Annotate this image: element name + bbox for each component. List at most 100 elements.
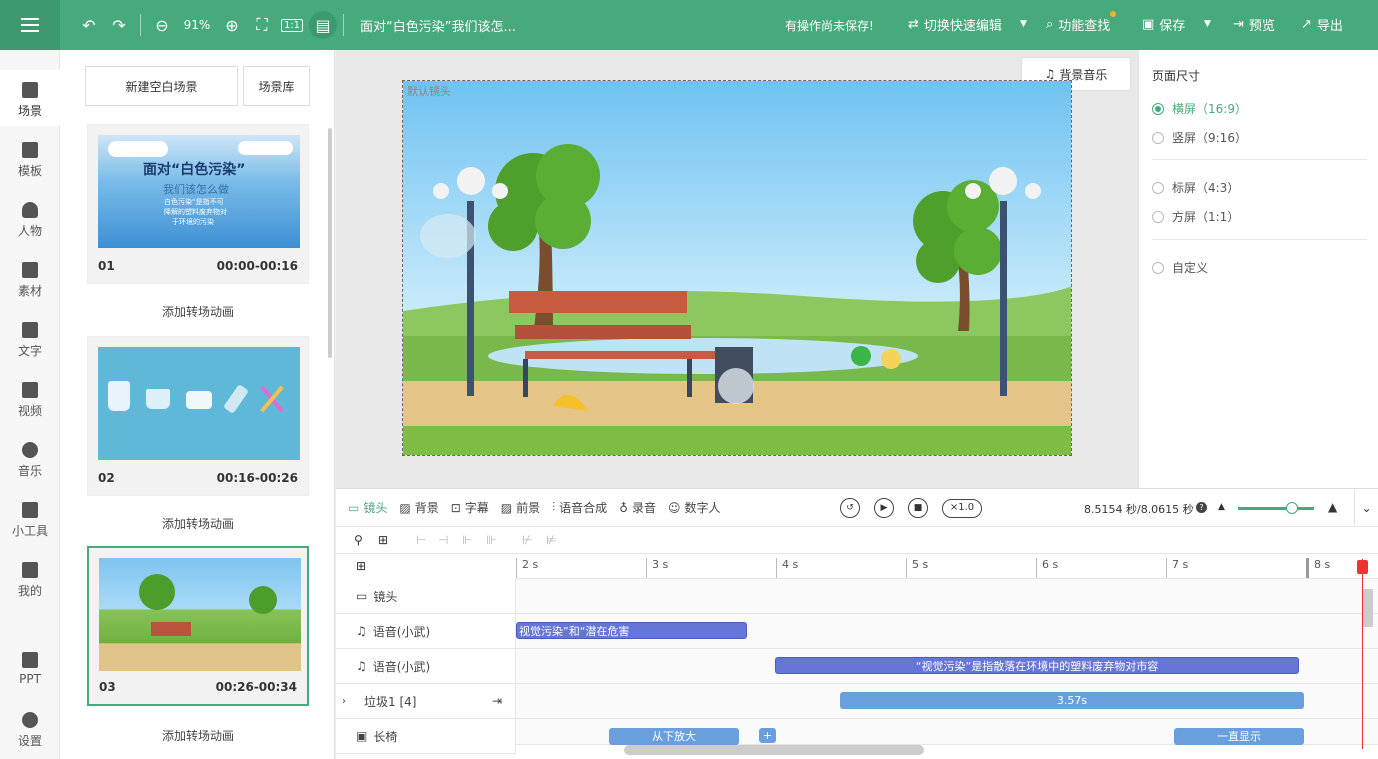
radio-portrait-9-16[interactable]: 竖屏（9:16） bbox=[1152, 129, 1247, 146]
voice-track-row-1[interactable]: 视觉污染”和“潜在危害 bbox=[516, 614, 1378, 649]
redo-icon[interactable]: ↷ bbox=[104, 0, 134, 50]
exit-group-icon[interactable]: ⇥ bbox=[492, 694, 502, 708]
radio-landscape-16-9[interactable]: 横屏（16:9） bbox=[1152, 100, 1247, 117]
replay-icon[interactable]: ↺ bbox=[840, 498, 860, 518]
nav-template[interactable]: 模板 bbox=[0, 130, 60, 186]
add-transition-link[interactable]: 添加转场动画 bbox=[87, 727, 309, 744]
tab-camera[interactable]: ▭ 镜头 bbox=[348, 499, 387, 516]
play-icon[interactable]: ▶ bbox=[874, 498, 894, 518]
split-icon[interactable]: ⊬ bbox=[522, 533, 532, 547]
group-icon[interactable]: ⊞ bbox=[378, 533, 388, 547]
track-label: 长椅 bbox=[373, 729, 398, 744]
nav-scene[interactable]: 场景 bbox=[0, 70, 60, 126]
find-label: 功能查找 bbox=[1058, 19, 1111, 34]
nav-ppt[interactable]: PPT bbox=[0, 640, 60, 696]
playhead-handle[interactable] bbox=[1357, 560, 1368, 574]
stop-icon[interactable]: ■ bbox=[908, 498, 928, 518]
add-transition-link[interactable]: 添加转场动画 bbox=[87, 303, 309, 320]
align-right-icon[interactable]: ⊩ bbox=[462, 533, 472, 547]
align-center-icon[interactable]: ⊣ bbox=[438, 533, 448, 547]
voice-clip-2[interactable]: “视觉污染”是指散落在环境中的塑料废弃物对市容 bbox=[775, 657, 1299, 674]
export-button[interactable]: ↗ 导出 bbox=[1301, 15, 1343, 34]
nav-label: 文字 bbox=[17, 344, 42, 358]
save-dropdown-icon[interactable]: ▼ bbox=[1204, 19, 1211, 29]
layers-icon[interactable]: ⊞ bbox=[356, 559, 366, 573]
radio-custom[interactable]: 自定义 bbox=[1152, 259, 1208, 276]
menu-button[interactable] bbox=[0, 0, 60, 50]
scene-card-03[interactable]: 03 00:26-00:34 bbox=[87, 546, 309, 706]
tab-background[interactable]: ▨ 背景 bbox=[399, 499, 438, 516]
camera-track-row[interactable] bbox=[516, 579, 1378, 614]
track-camera[interactable]: ▭ 镜头 bbox=[336, 579, 516, 614]
radio-standard-4-3[interactable]: 标屏（4:3） bbox=[1152, 179, 1239, 196]
bench-stay-animation[interactable]: 一直显示 bbox=[1174, 728, 1304, 745]
horizontal-scrollbar[interactable] bbox=[624, 745, 924, 755]
playback-speed[interactable]: ×1.0 bbox=[942, 499, 982, 518]
bench-track-row[interactable]: 从下放大 + 一直显示 bbox=[516, 719, 1378, 745]
fullscreen-icon[interactable]: ⛶ bbox=[247, 0, 277, 50]
radio-square-1-1[interactable]: 方屏（1:1） bbox=[1152, 208, 1239, 225]
voice-clip-1[interactable]: 视觉污染”和“潜在危害 bbox=[516, 622, 747, 639]
scene-stage[interactable]: 默认镜头 bbox=[402, 80, 1072, 456]
bench-enter-animation[interactable]: 从下放大 bbox=[609, 728, 739, 745]
nav-text[interactable]: 文字 bbox=[0, 310, 60, 366]
zoom-out-icon[interactable]: ⊖ bbox=[147, 0, 177, 50]
timeline-zoom-slider[interactable] bbox=[1238, 507, 1314, 510]
tab-foreground[interactable]: ▨ 前景 bbox=[501, 499, 540, 516]
nav-music[interactable]: 音乐 bbox=[0, 430, 60, 486]
scene-thumbnail bbox=[99, 558, 301, 671]
clipboard-icon[interactable]: ▤ bbox=[309, 11, 337, 39]
distribute-icon[interactable]: ⊪ bbox=[486, 533, 496, 547]
actual-size-icon[interactable]: 1:1 bbox=[277, 0, 307, 50]
preview-button[interactable]: ⇥ 预览 bbox=[1233, 15, 1275, 34]
help-icon[interactable]: ? bbox=[1196, 502, 1207, 513]
track-bench[interactable]: ▣ 长椅 bbox=[336, 719, 516, 754]
scene-library-button[interactable]: 场景库 bbox=[243, 66, 310, 106]
undo-icon[interactable]: ↶ bbox=[74, 0, 104, 50]
align-left-icon[interactable]: ⊢ bbox=[416, 533, 426, 547]
new-blank-scene-button[interactable]: 新建空白场景 bbox=[85, 66, 238, 106]
chevron-right-icon[interactable]: › bbox=[342, 696, 346, 707]
zoom-small-icon[interactable]: ▲ bbox=[1218, 502, 1225, 512]
save-button[interactable]: ▣ 保存 bbox=[1142, 15, 1185, 34]
add-transition-link[interactable]: 添加转场动画 bbox=[87, 515, 309, 532]
track-voice-1[interactable]: ♫ 语音(小武) bbox=[336, 614, 516, 649]
scenes-scrollbar[interactable] bbox=[328, 128, 332, 358]
feature-search-button[interactable]: ⌕ 功能查找 bbox=[1046, 11, 1117, 34]
playhead-line[interactable] bbox=[1362, 559, 1363, 749]
document-title[interactable]: 面对“白色污染”我们该怎... bbox=[360, 16, 590, 35]
add-animation-button[interactable]: + bbox=[759, 728, 776, 743]
nav-material[interactable]: 素材 bbox=[0, 250, 60, 306]
tab-subtitle[interactable]: ⊡ 字幕 bbox=[451, 499, 489, 516]
chevron-down-icon[interactable]: ▼ bbox=[1020, 19, 1027, 29]
tab-label: 数字人 bbox=[684, 501, 721, 515]
tick-label: 5 s bbox=[906, 558, 928, 578]
tab-record[interactable]: ♁ 录音 bbox=[619, 499, 656, 516]
merge-icon[interactable]: ⊭ bbox=[546, 533, 556, 547]
filter-icon[interactable]: ⚲ bbox=[354, 533, 363, 547]
garbage-clip[interactable]: 3.57s bbox=[840, 692, 1304, 709]
swap-icon: ⇄ bbox=[908, 17, 919, 32]
scene-card-01[interactable]: 面对“白色污染” 我们该怎么做 白色污染“是指不可 降解的塑料废弃物对 于环境的… bbox=[87, 124, 309, 284]
nav-mine[interactable]: 我的 bbox=[0, 550, 60, 606]
nav-video[interactable]: 视频 bbox=[0, 370, 60, 426]
slider-handle[interactable] bbox=[1286, 502, 1298, 514]
collapse-icon[interactable]: ⌄ bbox=[1354, 489, 1378, 527]
garbage-track-row[interactable]: 3.57s bbox=[516, 684, 1378, 719]
zoom-large-icon[interactable]: ▲ bbox=[1328, 500, 1337, 514]
time-ruler[interactable]: 2 s 3 s 4 s 5 s 6 s 7 s 8 s bbox=[516, 554, 1378, 579]
tab-tts[interactable]: ⫶ 语音合成 bbox=[552, 499, 607, 516]
track-garbage-group[interactable]: › 垃圾1 [4] ⇥ bbox=[336, 684, 516, 719]
vertical-scrollbar[interactable] bbox=[1363, 589, 1373, 627]
radio-dot bbox=[1152, 181, 1164, 194]
nav-settings[interactable]: 设置 bbox=[0, 700, 60, 756]
nav-toolbox[interactable]: 小工具 bbox=[0, 490, 60, 546]
voice-track-row-2[interactable]: “视觉污染”是指散落在环境中的塑料废弃物对市容 bbox=[516, 649, 1378, 684]
track-voice-2[interactable]: ♫ 语音(小武) bbox=[336, 649, 516, 684]
zoom-in-icon[interactable]: ⊕ bbox=[217, 0, 247, 50]
switch-quick-edit-button[interactable]: ⇄ 切换快速编辑 bbox=[908, 15, 1002, 34]
tab-digital-human[interactable]: ☺ 数字人 bbox=[668, 499, 721, 516]
upload-icon bbox=[22, 562, 38, 578]
nav-person[interactable]: 人物 bbox=[0, 190, 60, 246]
scene-card-02[interactable]: 02 00:16-00:26 bbox=[87, 336, 309, 496]
